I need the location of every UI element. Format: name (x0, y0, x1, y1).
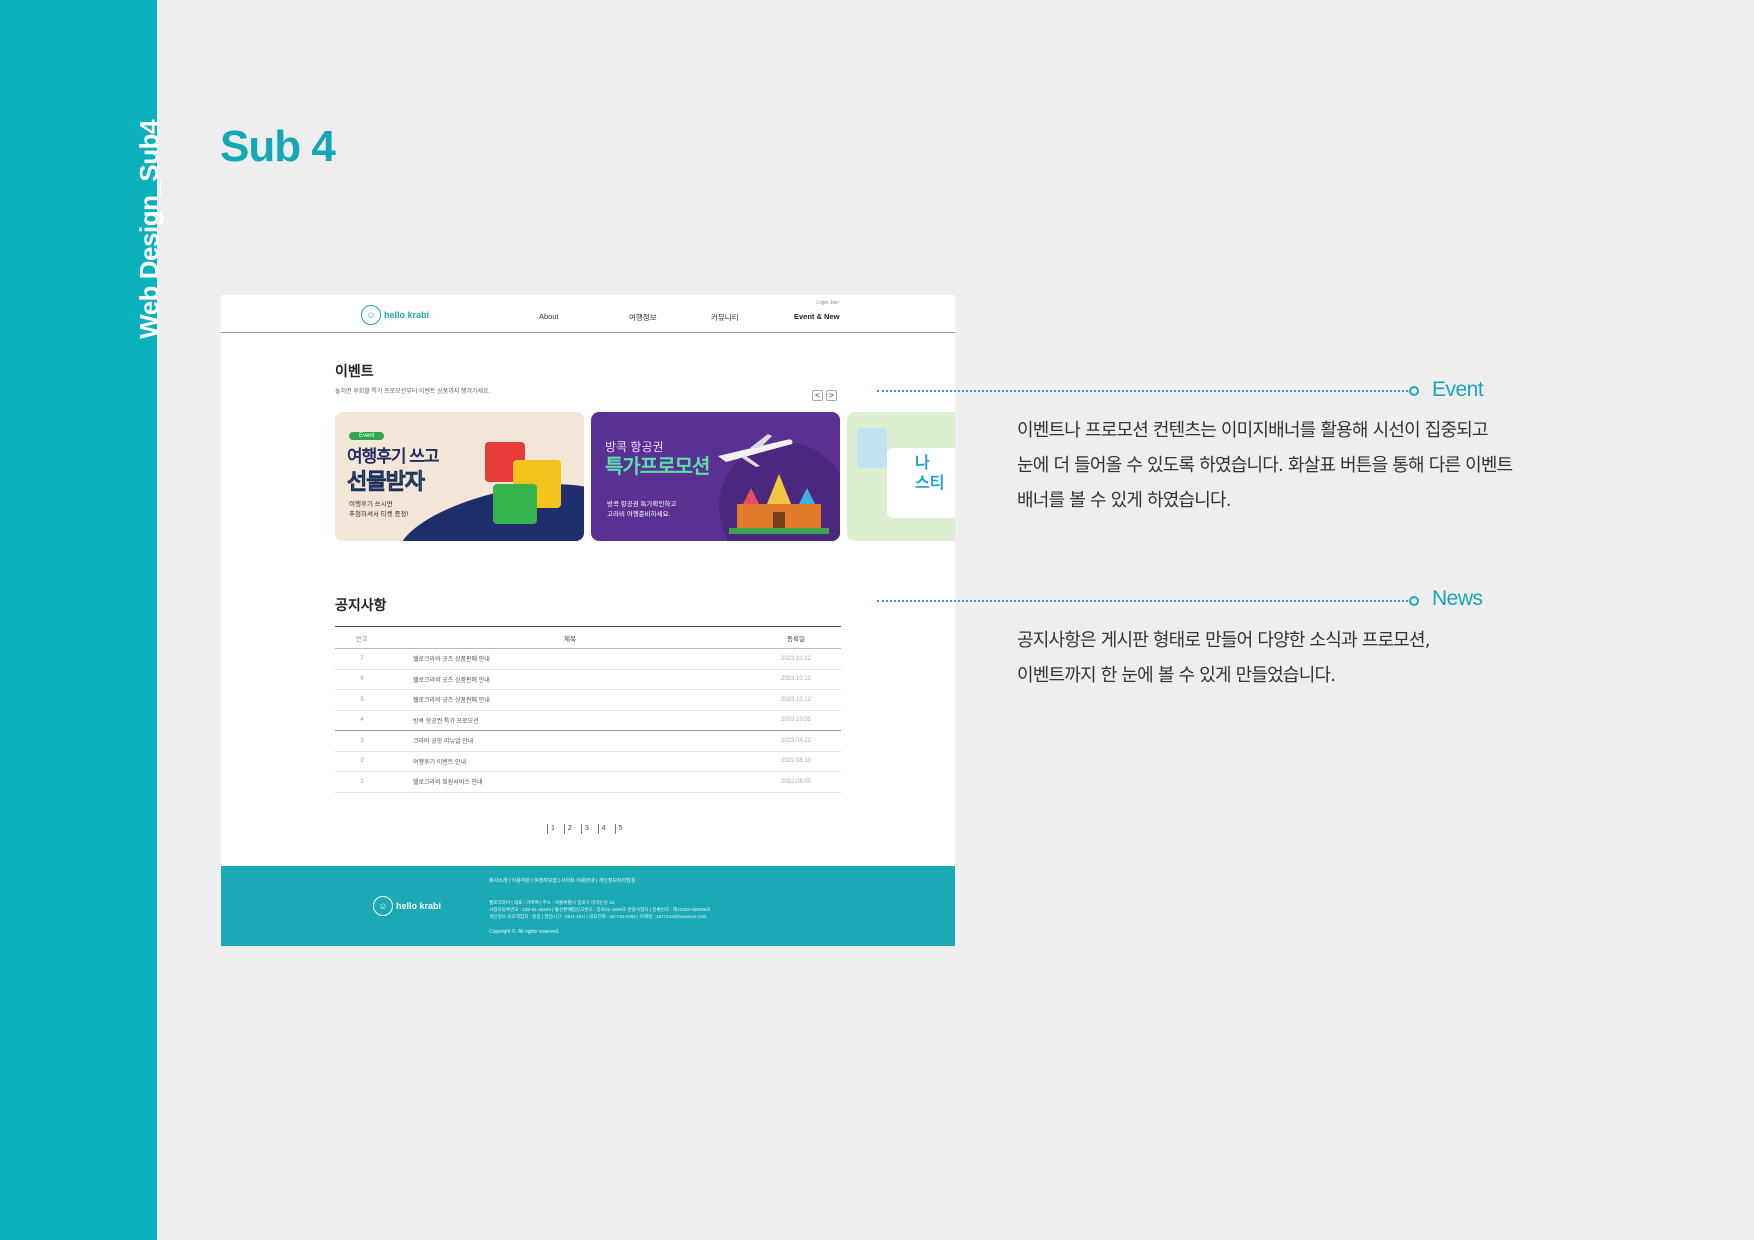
gift-icon (493, 484, 537, 524)
table-row[interactable]: 4 방콕 항공권 특가 프로모션 2023.10.05 (335, 711, 841, 731)
row-date: 2023.10.12 (780, 696, 812, 703)
logo-icon: ☺ (373, 896, 393, 916)
util-links[interactable]: Login Join (816, 300, 839, 306)
row-title[interactable]: 헬로크라비 굿즈 상품판매 안내 (389, 675, 751, 684)
banner-heading-highlight: 선물받자 (347, 469, 426, 495)
mock-header: ☺ hello krabi Login Join About 여행정보 커뮤니티… (221, 295, 955, 333)
nav-about[interactable]: About (539, 312, 559, 321)
event-banner-review[interactable]: Event 여행후기 쓰고 선물받자 여행후기 쓰시면 추첨하셔서 티켓 증정! (335, 412, 584, 541)
footer-logo[interactable]: ☺ hello krabi (373, 896, 441, 916)
logo-text: hello krabi (384, 310, 430, 320)
header-logo[interactable]: ☺ hello krabi (361, 305, 429, 325)
airplane-icon (718, 434, 793, 467)
page-5-link[interactable]: 5 (614, 824, 626, 834)
col-title: 제목 (564, 635, 576, 643)
footer-links[interactable]: 회사소개 | 이용약관 | 여행자보험 | 사이트 이용안내 | 개인정보처리방… (489, 877, 636, 884)
row-title[interactable]: 여행후기 이벤트 안내 (389, 757, 751, 766)
page-3-link[interactable]: 3 (580, 824, 592, 834)
banner-tag: Event (349, 432, 385, 440)
table-row[interactable]: 6 헬로크라비 굿즈 상품판매 안내 2023.10.12 (335, 670, 841, 690)
banner-subtext: 방콕 항공권 특가확인하고 고라비 여행준비하세요. (607, 501, 677, 518)
row-date: 2022.08.05 (780, 778, 812, 785)
website-mockup: ☺ hello krabi Login Join About 여행정보 커뮤니티… (221, 295, 955, 946)
banner-subtext: 여행후기 쓰시면 추첨하셔서 티켓 증정! (349, 501, 409, 518)
event-leader-dot (1409, 386, 1419, 396)
mock-footer: ☺ hello krabi 회사소개 | 이용약관 | 여행자보험 | 사이트 … (221, 866, 955, 946)
footer-copyright: Copyright ©. All rights reserved. (489, 929, 560, 935)
footer-info: 헬로크라비 | 대표 : 기여여 | 주소 : 서울특별시 종로구 마치는동 4… (489, 900, 711, 919)
banner-arrows: < > (812, 390, 837, 401)
board-header: 번호 제목 등록일 (335, 626, 841, 649)
row-date: 2023.10.05 (780, 717, 812, 724)
event-desc: 놓치면 후회할 특가 프로모션부터 이벤트 상품까지 챙겨가세요. (335, 389, 491, 395)
table-row[interactable]: 7 헬로크라비 굿즈 상품판매 안내 2023.10.12 (335, 649, 841, 670)
news-leader-line (877, 600, 1412, 602)
sidebar-label: Web Design_Sub4 (134, 120, 164, 339)
news-callout-text: 공지사항은 게시판 형태로 만들어 다양한 소식과 프로모션, 이벤트까지 한 … (1017, 630, 1431, 686)
row-title[interactable]: 크라비 공항 리뉴얼 안내 (389, 736, 751, 745)
next-arrow-button[interactable]: > (826, 390, 837, 401)
event-title: 이벤트 (335, 363, 374, 379)
notice-title: 공지사항 (335, 597, 387, 613)
table-row[interactable]: 1 헬로크라비 회원서비스 안내 2022.08.05 (335, 772, 841, 793)
row-title[interactable]: 헬로크라비 굿즈 상품판매 안내 (389, 654, 751, 663)
nav-community[interactable]: 커뮤니티 (711, 312, 739, 323)
row-number: 5 (360, 696, 364, 703)
event-callout-text: 이벤트나 프로모션 컨텐츠는 이미지배너를 활용해 시선이 집중되고 눈에 더 … (1017, 420, 1513, 511)
row-number: 7 (360, 655, 364, 662)
page-title: Sub 4 (220, 122, 336, 171)
table-row[interactable]: 2 여행후기 이벤트 안내 2022.08.10 (335, 752, 841, 772)
row-date: 2023.10.12 (780, 655, 812, 662)
row-number: 3 (360, 737, 364, 744)
temple-icon (729, 474, 829, 534)
notice-board: 번호 제목 등록일 7 헬로크라비 굿즈 상품판매 안내 2023.10.12 … (335, 626, 841, 793)
nav-event-news[interactable]: Event & New (794, 312, 839, 321)
cup-icon (857, 428, 887, 468)
banner-heading-highlight: 특가프로모션 (605, 456, 710, 478)
row-number: 6 (360, 676, 364, 683)
table-row[interactable]: 3 크라비 공항 리뉴얼 안내 2023.04.22 (335, 731, 841, 752)
banner-heading: 나 스티 (915, 455, 945, 492)
row-number: 1 (360, 778, 364, 785)
row-date: 2023.04.22 (780, 737, 812, 744)
row-title[interactable]: 방콕 항공권 특가 프로모션 (389, 716, 751, 725)
pagination: 1 2 3 4 5 (547, 824, 626, 834)
row-date: 2022.08.10 (780, 758, 812, 765)
prev-arrow-button[interactable]: < (812, 390, 823, 401)
event-callout-label: Event (1432, 378, 1484, 401)
news-leader-dot (1409, 596, 1419, 606)
col-number: 번호 (356, 635, 368, 643)
event-banner-flight[interactable]: 방콕 항공권 특가프로모션 방콕 항공권 특가확인하고 고라비 여행준비하세요. (591, 412, 840, 541)
row-title[interactable]: 헬로크라비 회원서비스 안내 (389, 777, 751, 786)
news-callout-label: News (1432, 587, 1483, 610)
page-4-link[interactable]: 4 (597, 824, 609, 834)
row-number: 4 (360, 717, 364, 724)
row-date: 2023.10.12 (780, 676, 812, 683)
row-title[interactable]: 헬로크라비 굿즈 상품판매 안내 (389, 695, 751, 704)
event-leader-line (877, 390, 1412, 392)
page-1-link[interactable]: 1 (547, 824, 558, 834)
event-banner-partial[interactable]: 나 스티 (847, 412, 955, 541)
logo-text: hello krabi (396, 901, 442, 911)
table-row[interactable]: 5 헬로크라비 굿즈 상품판매 안내 2023.10.12 (335, 690, 841, 711)
col-date: 등록일 (787, 635, 805, 643)
nav-travel-info[interactable]: 여행정보 (629, 312, 657, 323)
sidebar-strip: Web Design_Sub4 (0, 0, 164, 1240)
logo-icon: ☺ (361, 305, 381, 325)
row-number: 2 (360, 758, 364, 765)
page-2-link[interactable]: 2 (563, 824, 575, 834)
